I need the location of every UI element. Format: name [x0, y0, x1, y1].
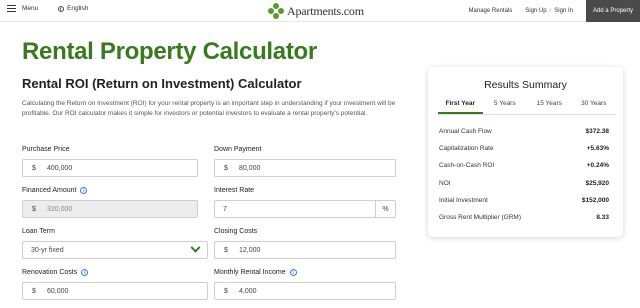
closing-costs-input[interactable]: $ 12,000: [214, 241, 396, 259]
nav-right: Manage Rentals Sign Up / Sign In Add a P…: [469, 0, 640, 22]
results-list: Annual Cash Flow $372.38 Capitalization R…: [439, 123, 609, 226]
logo-text: Apartments.com: [287, 3, 364, 18]
result-row: Capitalization Rate +5.63%: [439, 140, 609, 157]
manage-rentals-link[interactable]: Manage Rentals: [469, 8, 513, 14]
page-title: Rental Property Calculator: [22, 38, 317, 65]
result-label: Capitalization Rate: [439, 145, 494, 153]
result-row: Gross Rent Multiplier (GRM) 8.33: [439, 209, 609, 226]
info-icon[interactable]: i: [81, 269, 89, 276]
closing-costs-label: Closing Costs: [214, 228, 258, 235]
loan-term-select[interactable]: 30-yr fixed: [22, 241, 208, 259]
result-row: Annual Cash Flow $372.38: [439, 123, 609, 140]
result-label: NOI: [439, 179, 451, 187]
down-payment-input[interactable]: $ 80,000: [214, 159, 396, 177]
purchase-price-label: Purchase Price: [22, 146, 70, 153]
result-row: Initial Investment $152,000: [439, 192, 609, 209]
menu-label: Menu: [22, 5, 39, 12]
monthly-rental-income-label: Monthly Rental Income i: [214, 269, 297, 276]
financed-amount-input: $ 320,000: [22, 200, 198, 218]
monthly-rental-income-input[interactable]: $ 4,000: [214, 282, 396, 300]
currency-prefix: $: [32, 287, 36, 295]
renovation-costs-input[interactable]: $ 60,000: [22, 282, 208, 300]
result-value: +0.24%: [586, 162, 609, 170]
interest-rate-value: 7: [223, 205, 227, 213]
language-selector[interactable]: English: [58, 5, 88, 12]
sign-up-link[interactable]: Sign Up: [525, 8, 546, 14]
down-payment-value: 80,000: [239, 164, 261, 172]
tab-first-year[interactable]: First Year: [438, 100, 483, 114]
result-label: Cash-on-Cash ROI: [439, 162, 495, 170]
info-icon[interactable]: i: [289, 269, 297, 276]
language-label: English: [67, 5, 89, 12]
tab-5-years[interactable]: 5 Years: [483, 100, 528, 114]
purchase-price-input[interactable]: $ 400,000: [22, 159, 198, 177]
purchase-price-value: 400,000: [47, 164, 73, 172]
apartments-logo-icon: [268, 3, 284, 19]
result-row: NOI $25,920: [439, 175, 609, 192]
monthly-rental-income-value: 4,000: [239, 287, 257, 295]
tab-15-years[interactable]: 15 Years: [527, 100, 572, 114]
intro-text: Calculating the Return on Investment (RO…: [22, 100, 396, 117]
hamburger-icon: [7, 5, 16, 12]
add-property-button[interactable]: Add a Property: [585, 0, 640, 22]
globe-icon: [58, 5, 64, 12]
result-value: +5.63%: [586, 145, 609, 153]
down-payment-label: Down Payment: [214, 146, 262, 153]
currency-prefix: $: [224, 164, 228, 172]
result-value: $152,000: [581, 196, 609, 204]
currency-prefix: $: [224, 287, 228, 295]
info-icon[interactable]: i: [80, 187, 88, 194]
result-label: Initial Investment: [439, 196, 488, 204]
interest-rate-label: Interest Rate: [214, 187, 255, 194]
currency-prefix: $: [32, 205, 36, 213]
loan-term-label: Loan Term: [22, 228, 55, 235]
financed-amount-label: Financed Amount i: [22, 187, 88, 194]
chevron-down-icon: [190, 242, 201, 253]
currency-prefix: $: [32, 164, 36, 172]
apartments-logo[interactable]: Apartments.com: [268, 3, 364, 19]
result-label: Annual Cash Flow: [439, 128, 492, 136]
result-value: $372.38: [585, 128, 610, 136]
percent-suffix: %: [375, 201, 395, 217]
interest-rate-input[interactable]: 7 %: [214, 200, 396, 218]
financed-amount-value: 320,000: [47, 205, 73, 213]
menu-button[interactable]: Menu: [7, 5, 38, 12]
results-tabs: First Year 5 Years 15 Years 30 Years: [438, 100, 616, 115]
results-summary-card: Results Summary First Year 5 Years 15 Ye…: [428, 67, 623, 237]
nav-separator: /: [549, 8, 552, 14]
renovation-costs-value: 60,000: [47, 287, 69, 295]
tab-30-years[interactable]: 30 Years: [572, 100, 617, 114]
currency-prefix: $: [224, 246, 228, 254]
result-label: Gross Rent Multiplier (GRM): [439, 214, 521, 222]
renovation-costs-label: Renovation Costs i: [22, 269, 89, 276]
result-value: 8.33: [596, 214, 609, 222]
result-value: $25,920: [585, 179, 610, 187]
closing-costs-value: 12,000: [239, 246, 261, 254]
results-summary-title: Results Summary: [484, 79, 567, 91]
top-nav: Menu English Apartments.com Manage Renta…: [0, 0, 640, 22]
loan-term-value: 30-yr fixed: [31, 246, 64, 254]
section-title: Rental ROI (Return on Investment) Calcul…: [22, 76, 302, 91]
sign-in-link[interactable]: Sign In: [554, 8, 573, 14]
result-row: Cash-on-Cash ROI +0.24%: [439, 157, 609, 174]
